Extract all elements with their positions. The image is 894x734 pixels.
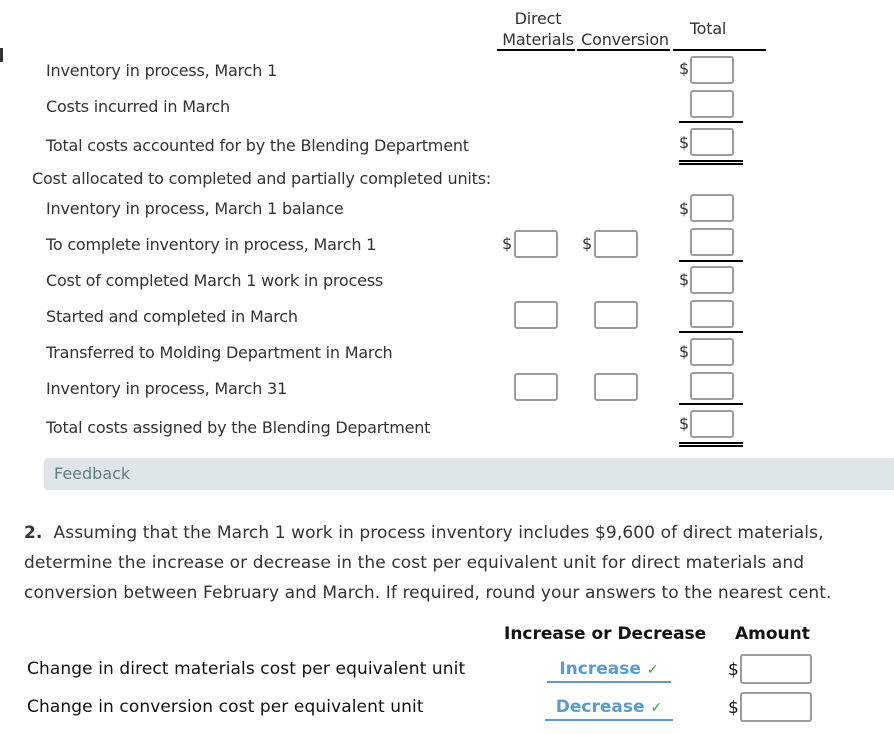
dm-inventory-march31-input[interactable] — [514, 373, 558, 401]
currency-symbol: $ — [679, 59, 690, 78]
subtotal-rule — [679, 331, 743, 333]
subtotal-rule — [679, 121, 743, 123]
check-icon: ✓ — [646, 662, 659, 678]
currency-symbol: $ — [679, 270, 690, 289]
column-header-underline-conversion — [577, 49, 670, 51]
select-dm-change-value: Increase — [559, 659, 641, 679]
cut-off-text-fragment — [0, 48, 3, 62]
row-label-cost-completed-wip: Cost of completed March 1 work in proces… — [46, 271, 384, 290]
conv-inventory-march31-input[interactable] — [594, 373, 638, 401]
select-conversion-change-value: Decrease — [555, 697, 645, 717]
dm-to-complete-input[interactable] — [514, 230, 558, 258]
row-label-conversion-change: Change in conversion cost per equivalent… — [27, 697, 424, 717]
total-inventory-march1-input[interactable] — [690, 56, 734, 84]
total-costs-assigned-input[interactable] — [690, 410, 734, 438]
row-label-costs-incurred: Costs incurred in March — [46, 97, 230, 116]
row-label-started-completed: Started and completed in March — [46, 307, 298, 326]
conv-started-completed-input[interactable] — [594, 301, 638, 329]
total-inventory-march31-input[interactable] — [690, 372, 734, 400]
row-label-dm-change: Change in direct materials cost per equi… — [27, 659, 466, 679]
subtotal-rule — [679, 403, 743, 405]
section-label-cost-allocated: Cost allocated to completed and partiall… — [32, 169, 492, 188]
row-label-inventory-balance: Inventory in process, March 1 balance — [46, 199, 344, 218]
feedback-label: Feedback — [54, 464, 131, 483]
column-header-conversion: Conversion — [581, 30, 669, 49]
column-header-total: Total — [689, 19, 727, 38]
column-header-underline-total — [673, 49, 766, 51]
check-icon: ✓ — [650, 700, 663, 716]
total-costs-incurred-input[interactable] — [690, 90, 734, 118]
dm-change-amount-input[interactable] — [740, 654, 812, 684]
total-to-complete-input[interactable] — [690, 228, 734, 256]
select-dm-change[interactable]: Increase ✓ — [547, 659, 671, 683]
column-header-direct-materials-line2: Materials — [502, 30, 574, 49]
question-2-text: 2. Assuming that the March 1 work in pro… — [24, 518, 894, 608]
row-label-inventory-march1: Inventory in process, March 1 — [46, 61, 278, 80]
subtotal-rule — [679, 260, 743, 262]
column-header-direct-materials: Direct Materials — [502, 8, 574, 50]
currency-symbol: $ — [728, 660, 739, 680]
row-label-inventory-march31: Inventory in process, March 31 — [46, 379, 288, 398]
row-label-total-costs-assigned: Total costs assigned by the Blending Dep… — [46, 418, 431, 437]
column-header-increase-decrease: Increase or Decrease — [504, 624, 707, 644]
question-body: Assuming that the March 1 work in proces… — [24, 523, 832, 603]
conversion-change-amount-input[interactable] — [740, 692, 812, 722]
currency-symbol: $ — [679, 133, 690, 152]
currency-symbol: $ — [582, 234, 593, 253]
question-number: 2. — [24, 523, 43, 543]
dm-started-completed-input[interactable] — [514, 301, 558, 329]
currency-symbol: $ — [679, 342, 690, 361]
total-inventory-balance-input[interactable] — [690, 194, 734, 222]
row-label-transferred: Transferred to Molding Department in Mar… — [46, 343, 393, 362]
total-double-rule — [679, 160, 743, 165]
currency-symbol: $ — [502, 234, 513, 253]
conv-to-complete-input[interactable] — [594, 230, 638, 258]
currency-symbol: $ — [679, 199, 690, 218]
total-costs-accounted-input[interactable] — [690, 128, 734, 156]
row-label-to-complete: To complete inventory in process, March … — [46, 235, 377, 254]
row-label-total-costs-accounted: Total costs accounted for by the Blendin… — [46, 136, 469, 155]
feedback-panel[interactable]: Feedback — [44, 458, 894, 490]
column-header-direct-materials-line1: Direct — [514, 9, 562, 28]
currency-symbol: $ — [679, 414, 690, 433]
total-cost-completed-wip-input[interactable] — [690, 266, 734, 294]
total-started-completed-input[interactable] — [690, 300, 734, 328]
total-double-rule — [679, 442, 743, 447]
currency-symbol: $ — [728, 698, 739, 718]
total-transferred-input[interactable] — [690, 338, 734, 366]
column-header-underline-dm — [497, 49, 575, 51]
select-conversion-change[interactable]: Decrease ✓ — [545, 697, 673, 721]
column-header-amount: Amount — [735, 624, 810, 644]
